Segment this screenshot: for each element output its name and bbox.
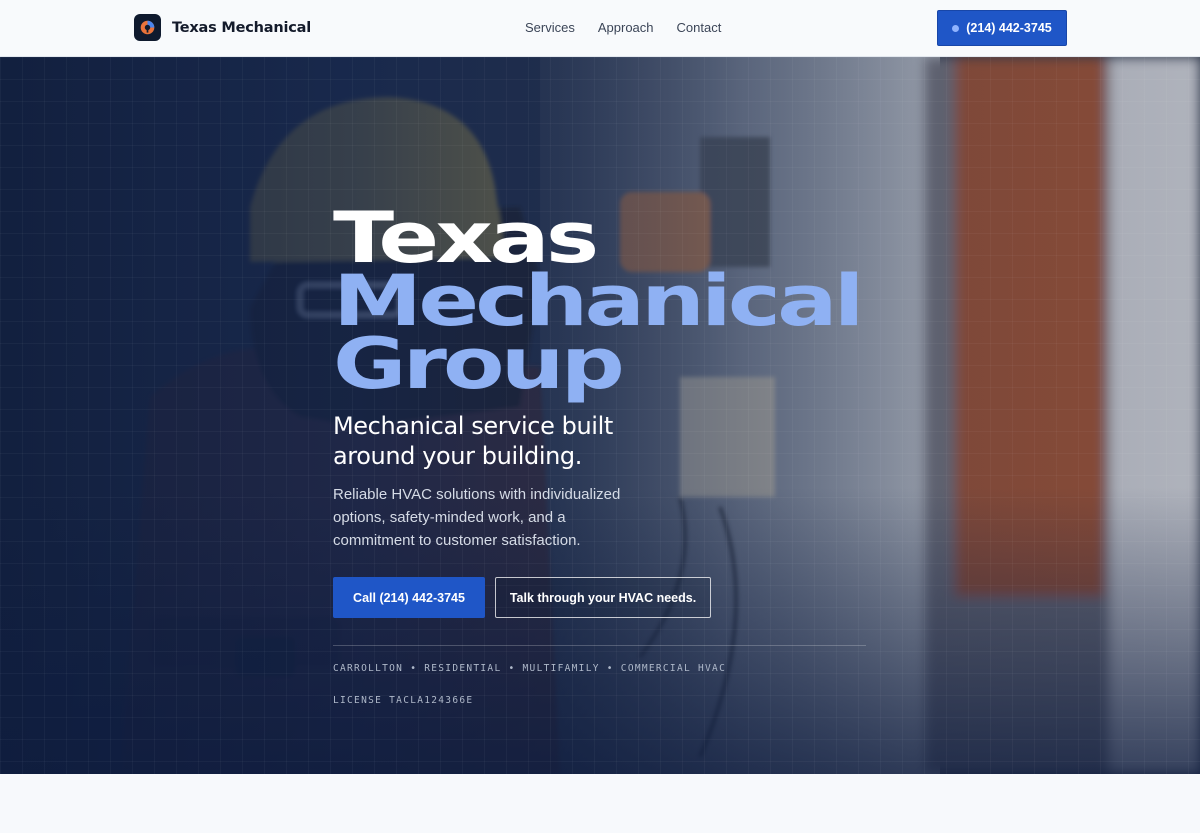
- nav-link-services[interactable]: Services: [525, 20, 575, 35]
- status-dot-icon: [952, 24, 960, 32]
- brand-name: Texas Mechanical: [172, 19, 312, 36]
- hero-description: Reliable HVAC solutions with individuali…: [333, 486, 621, 549]
- site-header: Texas Mechanical Services Approach Conta…: [0, 0, 1200, 57]
- hero-title-line-3: Group: [333, 323, 625, 405]
- nav-link-approach[interactable]: Approach: [598, 20, 654, 35]
- call-button[interactable]: Call (214) 442-3745: [333, 577, 485, 618]
- next-section: [0, 774, 1200, 833]
- hero-buttons: Call (214) 442-3745 Talk through your HV…: [333, 577, 953, 618]
- talk-hvac-button[interactable]: Talk through your HVAC needs.: [495, 577, 711, 618]
- gauge-logo-icon: [134, 14, 161, 41]
- nav-link-contact[interactable]: Contact: [677, 20, 722, 35]
- hero-divider: [333, 645, 866, 646]
- hero-subtitle: Mechanical service built around your bui…: [333, 412, 613, 470]
- hero-section: Texas Mechanical Group Mechanical servic…: [0, 57, 1200, 774]
- main-nav: Services Approach Contact: [525, 20, 721, 35]
- license-number: LICENSE TACLA124366E: [333, 695, 474, 706]
- header-call-label: (214) 442-3745: [966, 21, 1052, 35]
- service-areas: CARROLLTON • RESIDENTIAL • MULTIFAMILY •…: [333, 663, 727, 674]
- brand-logo-link[interactable]: Texas Mechanical: [134, 14, 311, 41]
- header-call-button[interactable]: (214) 442-3745: [937, 10, 1067, 46]
- hero-title: Texas Mechanical Group: [333, 203, 1127, 405]
- hero-content: Texas Mechanical Group Mechanical servic…: [333, 203, 953, 706]
